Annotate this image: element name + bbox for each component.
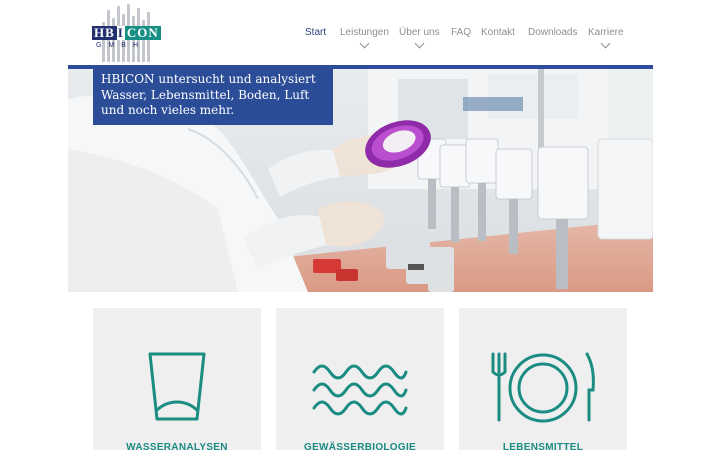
chevron-down-icon (600, 38, 611, 49)
card-label: GEWÄSSERBIOLOGIE (303, 442, 417, 453)
nav-item-ueber-uns[interactable]: Über uns (399, 27, 440, 49)
waves-icon (276, 346, 444, 426)
nav-item-leistungen[interactable]: Leistungen (340, 27, 389, 49)
nav-item-kontakt[interactable]: Kontakt (481, 27, 515, 38)
card-label: LEBENSMITTEL (502, 442, 584, 453)
logo-text-part3: CON (124, 25, 161, 40)
nav-label: Karriere (588, 27, 624, 38)
card-label: WASSERANALYSEN (126, 442, 228, 453)
nav-label: Start (305, 27, 327, 38)
nav-item-karriere[interactable]: Karriere (588, 27, 624, 49)
plate-cutlery-icon (459, 346, 627, 426)
logo-text-part1: HB (92, 25, 117, 40)
logo-text-part2: I (116, 25, 125, 40)
nav-item-faq[interactable]: FAQ (451, 27, 471, 38)
nav-label: FAQ (451, 27, 472, 38)
nav-label: Kontakt (481, 27, 515, 38)
logo-wordmark: HB I CON (92, 26, 161, 40)
card-lebensmittel[interactable]: LEBENSMITTEL (459, 308, 627, 453)
card-wasseranalysen[interactable]: WASSERANALYSEN (93, 308, 261, 453)
nav-label: Downloads (528, 27, 578, 38)
chevron-down-icon (359, 38, 370, 49)
nav-item-start[interactable]: Start (305, 27, 326, 38)
nav-label: Über uns (399, 27, 440, 38)
water-glass-icon (93, 346, 261, 426)
nav-item-downloads[interactable]: Downloads (528, 27, 577, 38)
hero-caption: HBICON untersucht und analysiert Wasser,… (93, 69, 333, 125)
logo-subtitle: GMBH (96, 42, 145, 49)
company-logo[interactable]: HB I CON GMBH (92, 4, 164, 62)
chevron-down-icon (414, 38, 425, 49)
nav-label: Leistungen (340, 27, 389, 38)
card-gewaesserbiologie[interactable]: GEWÄSSERBIOLOGIE (276, 308, 444, 453)
